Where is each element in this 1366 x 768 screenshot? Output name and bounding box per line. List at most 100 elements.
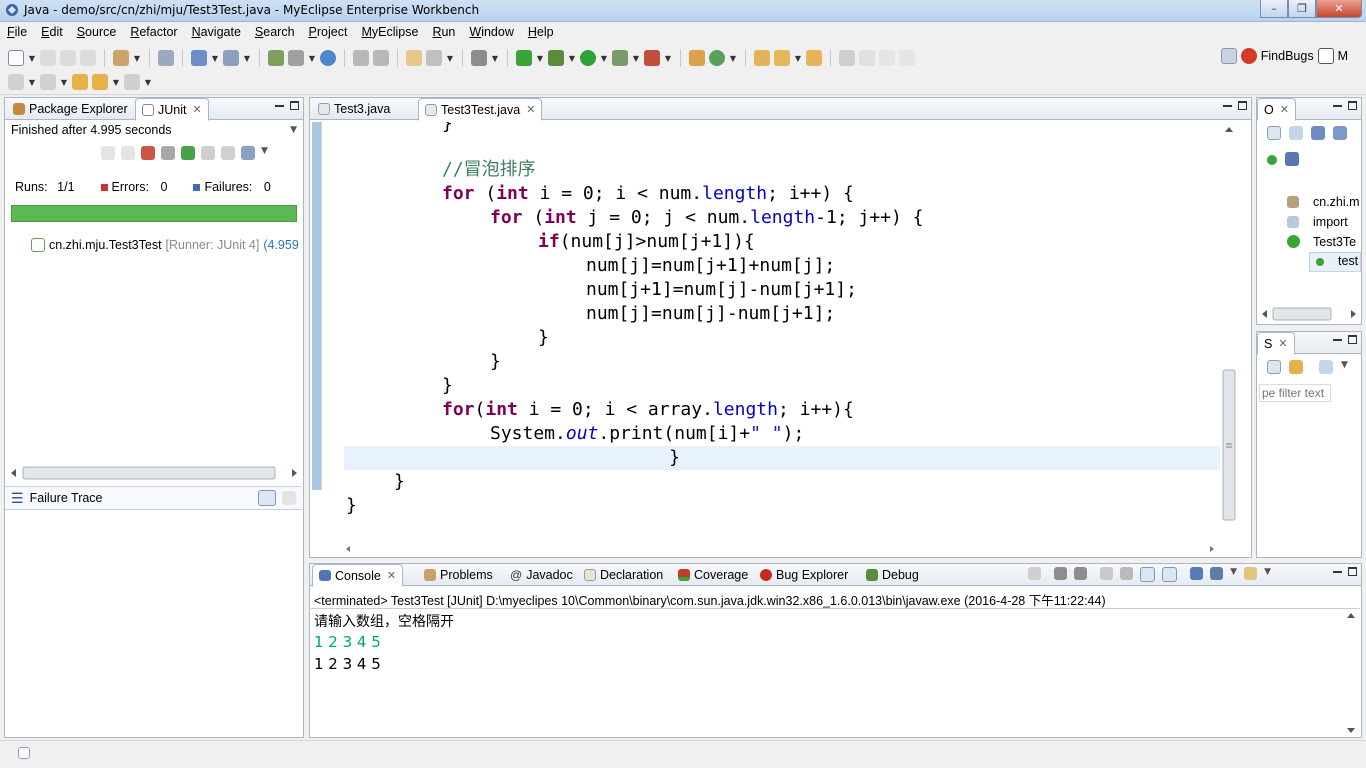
menu-refactor[interactable]: Refactor [123,25,184,39]
tab-junit[interactable]: JUnit ✕ [135,98,209,121]
rerun-failed-icon[interactable] [201,146,215,160]
new-class-icon[interactable] [689,50,705,66]
close-tab-icon[interactable]: ✕ [1280,103,1289,116]
last-edit-icon[interactable] [72,74,88,90]
myeclipse-perspective-button[interactable]: M [1338,49,1348,63]
dropdown-icon[interactable]: ▼ [664,50,672,66]
pen-icon[interactable] [859,50,875,66]
remove-all-launches-icon[interactable] [1074,567,1088,580]
hide-fields-icon[interactable] [1311,126,1325,140]
debug-bug-icon[interactable] [548,50,564,66]
scroll-lock-icon[interactable] [1120,567,1134,580]
outline-horizontal-scrollbar[interactable] [1259,306,1359,322]
tab-package-explorer[interactable]: Package Explorer [7,98,134,120]
new-dropdown-icon[interactable]: ▼ [28,50,36,66]
deploy-icon[interactable] [191,50,207,66]
open-type-icon[interactable] [406,50,422,66]
sort-icon[interactable] [1289,126,1303,140]
next-annotation-icon[interactable] [8,74,24,90]
dropdown-icon[interactable]: ▼ [243,50,251,66]
menu-edit[interactable]: Edit [34,25,70,39]
minimize-window-button[interactable]: – [1260,0,1288,18]
outline-item-imports[interactable]: import [1313,215,1348,229]
compare-result-icon[interactable] [282,491,296,505]
tab-javadoc[interactable]: @ Javadoc [504,564,579,586]
stop-test-icon[interactable] [221,146,235,160]
tab-test3-java[interactable]: Test3.java [312,98,396,120]
menu-search[interactable]: Search [248,25,302,39]
forward-arrow-icon[interactable] [124,74,140,90]
maximize-panel-icon[interactable] [1348,567,1357,576]
collapse-all-icon[interactable] [1267,126,1281,140]
dropdown-icon[interactable]: ▼ [600,50,608,66]
next-failure-icon[interactable] [101,146,115,160]
dropdown-icon[interactable]: ▼ [28,74,36,90]
findbugs-perspective-button[interactable]: FindBugs [1261,49,1314,63]
tab-console[interactable]: Console ✕ [312,564,404,587]
minimize-panel-icon[interactable] [275,101,284,107]
menu-help[interactable]: Help [521,25,561,39]
minimize-panel-icon[interactable] [1333,567,1342,573]
menu-myeclipse[interactable]: MyEclipse [354,25,425,39]
new-java-class-icon[interactable] [709,50,725,66]
menu-run[interactable]: Run [425,25,462,39]
back-arrow-icon[interactable] [92,74,108,90]
print-icon[interactable] [80,50,96,66]
close-window-button[interactable]: ✕ [1316,0,1362,18]
link-editor-icon[interactable] [1285,152,1299,166]
test-history-icon[interactable] [241,146,255,160]
open-console-icon[interactable] [1244,567,1258,580]
sort-icon[interactable] [1319,360,1333,374]
dropdown-icon[interactable]: ▼ [536,50,544,66]
browser-icon[interactable] [223,50,239,66]
dropdown-icon[interactable]: ▼ [1264,567,1271,582]
close-tab-icon[interactable]: ✕ [192,103,201,116]
dropdown-icon[interactable]: ▼ [144,74,152,90]
editor-horizontal-scrollbar[interactable] [340,543,1220,555]
tab-bug-explorer[interactable]: Bug Explorer [754,564,854,586]
maximize-panel-icon[interactable] [290,101,299,110]
previous-failure-icon[interactable] [121,146,135,160]
rerun-test-icon[interactable] [181,146,195,160]
tab-debug[interactable]: Debug [860,564,925,586]
server-icon[interactable] [158,50,174,66]
open-web-icon[interactable] [426,50,442,66]
tab-outline[interactable]: O ✕ [1257,98,1296,121]
minimize-panel-icon[interactable] [1333,335,1342,341]
filter-text-input[interactable] [1259,384,1331,402]
scroll-lock-icon[interactable] [161,146,175,160]
clear-console-icon[interactable] [1100,567,1114,580]
profile-icon[interactable] [644,50,660,66]
save-icon[interactable] [40,50,56,66]
remove-launch-icon[interactable] [1054,567,1068,580]
menu-window[interactable]: Window [462,25,520,39]
dropdown-icon[interactable]: ▼ [491,50,499,66]
history-dropdown-icon[interactable]: ▼ [261,146,268,160]
dropdown-icon[interactable]: ▼ [568,50,576,66]
filter-stack-trace-icon[interactable] [258,490,276,506]
show-failures-only-icon[interactable] [141,146,155,160]
open-folder-icon[interactable] [806,50,822,66]
paragraph-icon[interactable] [899,50,915,66]
maximize-panel-icon[interactable] [1238,101,1247,110]
test-tree-item[interactable]: cn.zhi.mju.Test3Test [Runner: JUnit 4] (… [31,238,299,252]
prev-annotation-icon[interactable] [40,74,56,90]
view-menu-icon[interactable]: ▼ [1341,360,1348,374]
console-output[interactable]: 请输入数组，空格隔开 1 2 3 4 5 1 2 3 4 5 [311,608,1360,736]
globe-icon[interactable] [320,50,336,66]
collapse-all-icon[interactable] [1267,360,1281,374]
minimize-panel-icon[interactable] [1333,101,1342,107]
code-editor[interactable]: } //冒泡排序 for (int i = 0; i < num.length;… [322,122,1220,536]
tab-problems[interactable]: Problems [418,564,499,586]
new-project-icon[interactable] [113,50,129,66]
dropdown-icon[interactable]: ▼ [729,50,737,66]
dropdown-icon[interactable]: ▼ [446,50,454,66]
display-console-icon[interactable] [1210,567,1224,580]
save-all-icon[interactable] [60,50,76,66]
run-icon[interactable] [580,50,596,66]
menu-source[interactable]: Source [70,25,124,39]
coverage-icon[interactable] [516,50,532,66]
maximize-panel-icon[interactable] [1348,101,1357,110]
camera-icon[interactable] [471,50,487,66]
dropdown-icon[interactable]: ▼ [60,74,68,90]
